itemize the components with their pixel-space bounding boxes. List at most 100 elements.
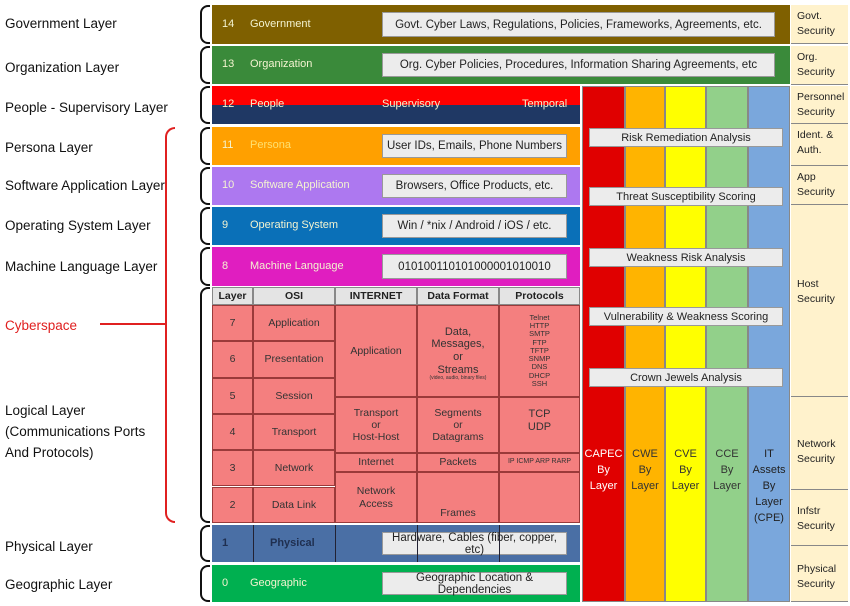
analysis-box: Threat Susceptibility Scoring: [589, 187, 783, 206]
brace-icon: [200, 5, 210, 44]
layer-number: 14: [222, 17, 235, 30]
bar-cwe: [625, 86, 665, 602]
brace-icon: [200, 167, 210, 205]
physical-divider: [253, 525, 254, 562]
left-label: Machine Language Layer: [5, 259, 158, 274]
layer-detail-box: Hardware, Cables (fiber, copper, etc): [382, 532, 567, 556]
brace-icon: [200, 287, 210, 523]
brace-icon: [200, 46, 210, 84]
layer-number: 11: [222, 139, 234, 151]
bar-capec: [582, 86, 625, 602]
layer-name: Geographic: [250, 576, 307, 589]
bar-cce: [706, 86, 748, 602]
layer-detail-box: Browsers, Office Products, etc.: [382, 174, 567, 198]
osi-layer-number: 7: [212, 305, 253, 342]
brace-icon: [200, 207, 210, 245]
osi-layer-name: Presentation: [253, 341, 335, 378]
layer-name: Physical: [270, 536, 315, 549]
data-format-cell: Frames: [417, 472, 499, 523]
security-cell: Org. Security: [791, 46, 848, 85]
osi-layer-name: Transport: [253, 413, 335, 451]
bar-label: CCE By Layer: [713, 448, 741, 492]
osi-layer-number: 3: [212, 450, 253, 487]
left-label: Operating System Layer: [5, 218, 151, 233]
layer-supervisory: Supervisory: [382, 98, 441, 110]
security-cell: Network Security: [791, 397, 848, 490]
osi-layer-number: 5: [212, 377, 253, 414]
analysis-box: Vulnerability & Weakness Scoring: [589, 307, 783, 326]
bar-label: CWE By Layer: [631, 448, 659, 492]
analysis-box: Weakness Risk Analysis: [589, 248, 783, 267]
layer-name: Operating System: [250, 219, 339, 231]
layer-name: Software Application: [250, 179, 350, 191]
bar-cve: [665, 86, 706, 602]
osi-header-internet: INTERNET: [335, 287, 417, 305]
osi-layer-number: 2: [212, 486, 253, 523]
osi-layer-name: Data Link: [253, 486, 335, 523]
layer-name: Persona: [250, 139, 291, 151]
left-label: Logical Layer (Communications Ports And …: [5, 403, 146, 460]
left-label: Geographic Layer: [5, 577, 113, 592]
left-label: People - Supervisory Layer: [5, 100, 168, 115]
osi-layer-name: Network: [253, 450, 335, 487]
layer-detail-box: User IDs, Emails, Phone Numbers: [382, 134, 567, 158]
layer-number: 10: [222, 179, 235, 191]
bar-label: CVE By Layer: [671, 448, 700, 492]
layer-number: 0: [222, 576, 229, 589]
analysis-box: Risk Remediation Analysis: [589, 128, 783, 147]
layer-number: 9: [222, 219, 229, 231]
left-label: Cyberspace: [5, 318, 78, 333]
osi-layer-name: Application: [253, 305, 335, 342]
layer-number: 1: [222, 536, 229, 549]
analysis-box: Crown Jewels Analysis: [589, 368, 783, 387]
layer-detail-box: 010100110101000001010010: [382, 254, 567, 279]
security-cell: Ident. & Auth.: [791, 124, 848, 166]
brace-icon: [200, 525, 210, 562]
physical-divider: [499, 525, 500, 562]
data-format-cell: Data, Messages, or Streams: [417, 305, 499, 397]
left-label: Software Application Layer: [5, 178, 165, 193]
layer-number: 12: [222, 98, 235, 110]
osi-header-data-format: Data Format: [417, 287, 499, 305]
layer-detail-box: Govt. Cyber Laws, Regulations, Policies,…: [382, 12, 775, 37]
physical-divider: [417, 525, 418, 562]
layer-detail-box: Win / *nix / Android / iOS / etc.: [382, 214, 567, 238]
data-format-cell: Segments or Datagrams: [417, 397, 499, 453]
layer-number: 8: [222, 259, 229, 272]
security-cell: Infstr Security: [791, 490, 848, 546]
layer-name: Government: [250, 17, 311, 30]
bar-label: IT Assets By Layer (CPE): [752, 448, 786, 524]
osi-header-protocols: Protocols: [499, 287, 580, 305]
layer-detail-box: Geographic Location & Dependencies: [382, 572, 567, 596]
osi-header-layer: Layer: [212, 287, 253, 305]
internet-cell: Application: [335, 305, 417, 397]
data-format-note: (video, audio, binary files): [429, 375, 487, 381]
data-format-cell: Packets: [417, 453, 499, 472]
brace-icon: [200, 247, 210, 286]
osi-layer-name: Session: [253, 377, 335, 414]
security-cell: Govt. Security: [791, 5, 848, 44]
security-cell: Host Security: [791, 205, 848, 397]
brace-icon: [200, 127, 210, 165]
protocol-cell: [499, 472, 580, 523]
protocol-cell: TCP UDP: [499, 397, 580, 453]
layer-number: 13: [222, 58, 235, 70]
internet-cell: Transport or Host-Host: [335, 397, 417, 453]
layer-temporal: Temporal: [522, 98, 568, 110]
left-label: Persona Layer: [5, 140, 93, 155]
protocol-cell: Telnet HTTP SMTP FTP TFTP SNMP DNS DHCP …: [499, 305, 580, 397]
left-label: Physical Layer: [5, 539, 93, 554]
cyberspace-brace-icon: [165, 127, 175, 523]
brace-icon: [200, 565, 210, 602]
cyber-layer-diagram: Government Layer Organization Layer People…: [0, 0, 850, 606]
cyberspace-brace-tip: [100, 323, 165, 325]
left-label: Government Layer: [5, 16, 117, 31]
layer-name: People: [250, 98, 285, 110]
osi-layer-number: 4: [212, 413, 253, 451]
osi-layer-number: 6: [212, 341, 253, 378]
layer-detail-box: Org. Cyber Policies, Procedures, Informa…: [382, 53, 775, 77]
osi-header-osi: OSI: [253, 287, 335, 305]
security-cell: Physical Security: [791, 546, 848, 602]
left-label: Organization Layer: [5, 60, 120, 75]
brace-icon: [200, 86, 210, 124]
